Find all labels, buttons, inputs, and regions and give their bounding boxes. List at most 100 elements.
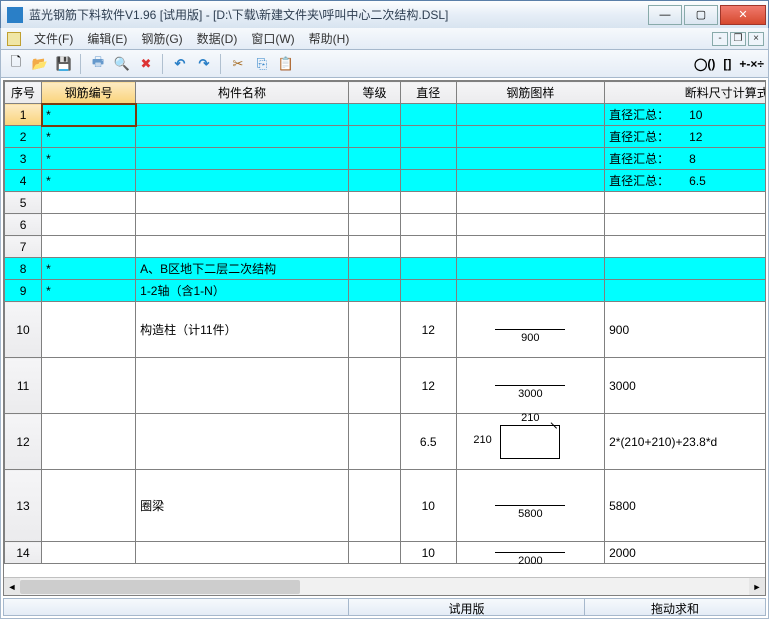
cell[interactable]: 900 — [605, 302, 765, 358]
cell[interactable]: 12 — [400, 302, 456, 358]
cell[interactable] — [42, 542, 136, 564]
cell[interactable]: * — [42, 104, 136, 126]
scroll-thumb[interactable] — [20, 580, 300, 594]
cell[interactable]: 2*(210+210)+23.8*d — [605, 414, 765, 470]
cell[interactable] — [605, 214, 765, 236]
cell[interactable] — [136, 192, 349, 214]
shape-cell[interactable]: 900 — [456, 302, 604, 358]
cell[interactable]: * — [42, 148, 136, 170]
horizontal-scrollbar[interactable]: ◄ ► — [4, 577, 765, 595]
cell[interactable] — [348, 258, 400, 280]
shape-cell[interactable]: 210210 — [456, 414, 604, 470]
cell[interactable] — [348, 280, 400, 302]
shape-cell[interactable]: 5800 — [456, 470, 604, 542]
shape-cell[interactable] — [456, 126, 604, 148]
cell[interactable] — [400, 170, 456, 192]
column-header[interactable]: 序号 — [5, 82, 42, 104]
shape-cell[interactable] — [456, 192, 604, 214]
cell[interactable]: 1-2轴（含1-N） — [136, 280, 349, 302]
menu-item[interactable]: 数据(D) — [190, 30, 245, 48]
column-header[interactable]: 直径 — [400, 82, 456, 104]
cell[interactable] — [42, 470, 136, 542]
cell[interactable] — [136, 104, 349, 126]
cell[interactable]: 3000 — [605, 358, 765, 414]
row-header[interactable]: 14 — [5, 542, 42, 564]
column-header[interactable]: 钢筋编号 — [42, 82, 136, 104]
cell[interactable]: 直径汇总：12 — [605, 126, 765, 148]
row-header[interactable]: 8 — [5, 258, 42, 280]
close-button[interactable]: ✕ — [720, 5, 766, 25]
mdi-close-button[interactable]: × — [748, 32, 764, 46]
cell[interactable] — [400, 214, 456, 236]
cell[interactable]: 直径汇总：10 — [605, 104, 765, 126]
cell[interactable]: 圈梁 — [136, 470, 349, 542]
cell[interactable] — [136, 214, 349, 236]
cell[interactable]: 2000 — [605, 542, 765, 564]
symbol-button[interactable]: [] — [723, 57, 731, 71]
mdi-restore-button[interactable]: ❐ — [730, 32, 746, 46]
cell[interactable] — [400, 280, 456, 302]
cell[interactable] — [136, 126, 349, 148]
shape-cell[interactable] — [456, 148, 604, 170]
cell[interactable]: 5800 — [605, 470, 765, 542]
menu-item[interactable]: 钢筋(G) — [134, 30, 189, 48]
cell[interactable] — [42, 358, 136, 414]
cut-button[interactable] — [227, 53, 249, 75]
scroll-right-button[interactable]: ► — [749, 578, 765, 596]
row-header[interactable]: 2 — [5, 126, 42, 148]
column-header[interactable]: 等级 — [348, 82, 400, 104]
column-header[interactable]: 断料尺寸计算式(mm) — [605, 82, 765, 104]
delete-button[interactable] — [135, 53, 157, 75]
preview-button[interactable] — [111, 53, 133, 75]
scroll-left-button[interactable]: ◄ — [4, 578, 20, 596]
menu-item[interactable]: 编辑(E) — [80, 30, 134, 48]
cell[interactable] — [348, 302, 400, 358]
cell[interactable] — [42, 414, 136, 470]
copy-button[interactable] — [251, 53, 273, 75]
cell[interactable] — [348, 192, 400, 214]
mdi-minimize-button[interactable]: - — [712, 32, 728, 46]
symbol-button[interactable]: ) — [711, 57, 715, 71]
minimize-button[interactable]: — — [648, 5, 682, 25]
row-header[interactable]: 9 — [5, 280, 42, 302]
row-header[interactable]: 13 — [5, 470, 42, 542]
shape-cell[interactable]: 2000 — [456, 542, 604, 564]
cell[interactable] — [348, 358, 400, 414]
cell[interactable]: * — [42, 280, 136, 302]
column-header[interactable]: 钢筋图样 — [456, 82, 604, 104]
new-button[interactable] — [5, 53, 27, 75]
row-header[interactable]: 11 — [5, 358, 42, 414]
row-header[interactable]: 12 — [5, 414, 42, 470]
cell[interactable] — [136, 358, 349, 414]
menu-item[interactable]: 窗口(W) — [244, 30, 301, 48]
save-button[interactable] — [53, 53, 75, 75]
cell[interactable] — [605, 192, 765, 214]
symbol-button[interactable]: ÷ — [757, 57, 764, 71]
cell[interactable] — [605, 236, 765, 258]
row-header[interactable]: 3 — [5, 148, 42, 170]
cell[interactable] — [400, 126, 456, 148]
shape-cell[interactable]: 3000 — [456, 358, 604, 414]
menu-item[interactable]: 文件(F) — [27, 30, 80, 48]
cell[interactable] — [605, 258, 765, 280]
shape-cell[interactable] — [456, 258, 604, 280]
row-header[interactable]: 10 — [5, 302, 42, 358]
cell[interactable] — [136, 542, 349, 564]
row-header[interactable]: 4 — [5, 170, 42, 192]
cell[interactable]: 6.5 — [400, 414, 456, 470]
cell[interactable] — [348, 170, 400, 192]
cell[interactable] — [136, 414, 349, 470]
shape-cell[interactable] — [456, 214, 604, 236]
cell[interactable]: * — [42, 258, 136, 280]
cell[interactable]: 直径汇总：6.5 — [605, 170, 765, 192]
cell[interactable]: 直径汇总：8 — [605, 148, 765, 170]
row-header[interactable]: 6 — [5, 214, 42, 236]
row-header[interactable]: 7 — [5, 236, 42, 258]
cell[interactable] — [348, 236, 400, 258]
cell[interactable] — [42, 192, 136, 214]
print-button[interactable] — [87, 53, 109, 75]
cell[interactable] — [400, 148, 456, 170]
cell[interactable]: A、B区地下二层二次结构 — [136, 258, 349, 280]
row-header[interactable]: 5 — [5, 192, 42, 214]
menu-item[interactable]: 帮助(H) — [302, 30, 357, 48]
